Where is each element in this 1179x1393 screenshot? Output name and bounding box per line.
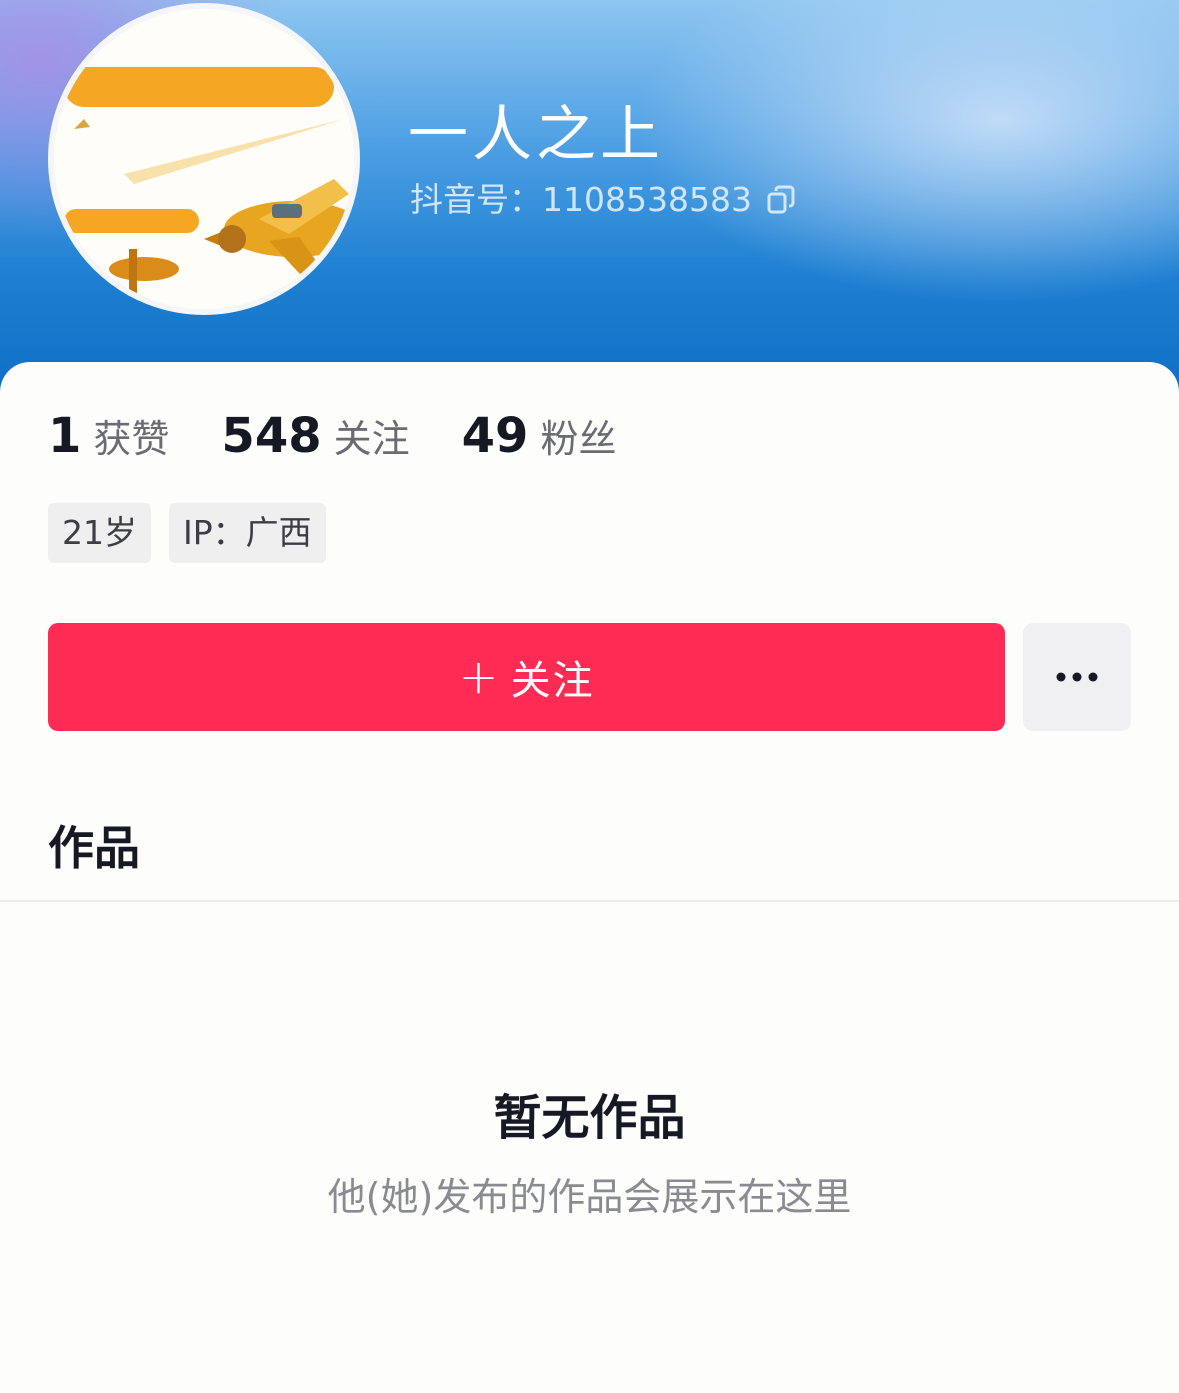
stat-likes-label: 获赞	[93, 417, 170, 461]
stat-likes[interactable]: 1 获赞	[48, 408, 169, 464]
stat-following[interactable]: 548 关注	[221, 408, 409, 464]
empty-state-title: 暂无作品	[493, 1090, 686, 1146]
stat-likes-value: 1	[48, 408, 82, 464]
follow-button-label: 关注	[510, 658, 595, 704]
more-button[interactable]	[1023, 623, 1131, 731]
stat-following-value: 548	[221, 408, 322, 464]
copy-icon[interactable]	[766, 185, 796, 215]
empty-state-subtitle: 他(她)发布的作品会展示在这里	[327, 1175, 852, 1219]
more-dots-icon	[1056, 672, 1098, 682]
follow-button[interactable]: + 关注	[48, 623, 1005, 731]
plus-icon: +	[458, 649, 501, 705]
stat-followers-value: 49	[461, 408, 529, 464]
tab-works[interactable]: 作品	[48, 812, 140, 878]
profile-tags: 21岁 IP：广西	[48, 503, 344, 563]
airplane-avatar-icon	[54, 9, 354, 309]
age-tag: 21岁	[48, 503, 151, 563]
stat-followers[interactable]: 49 粉丝	[462, 408, 617, 464]
avatar[interactable]	[48, 3, 360, 315]
profile-name: 一人之上	[408, 100, 664, 170]
douyin-id-text: 抖音号：1108538583	[410, 180, 752, 219]
stats-row: 1 获赞 548 关注 49 粉丝	[48, 408, 668, 464]
ip-location-tag: IP：广西	[169, 503, 326, 563]
douyin-id[interactable]: 抖音号：1108538583	[410, 180, 796, 220]
stat-following-label: 关注	[333, 417, 410, 461]
stat-followers-label: 粉丝	[540, 417, 617, 461]
divider	[0, 900, 1179, 902]
